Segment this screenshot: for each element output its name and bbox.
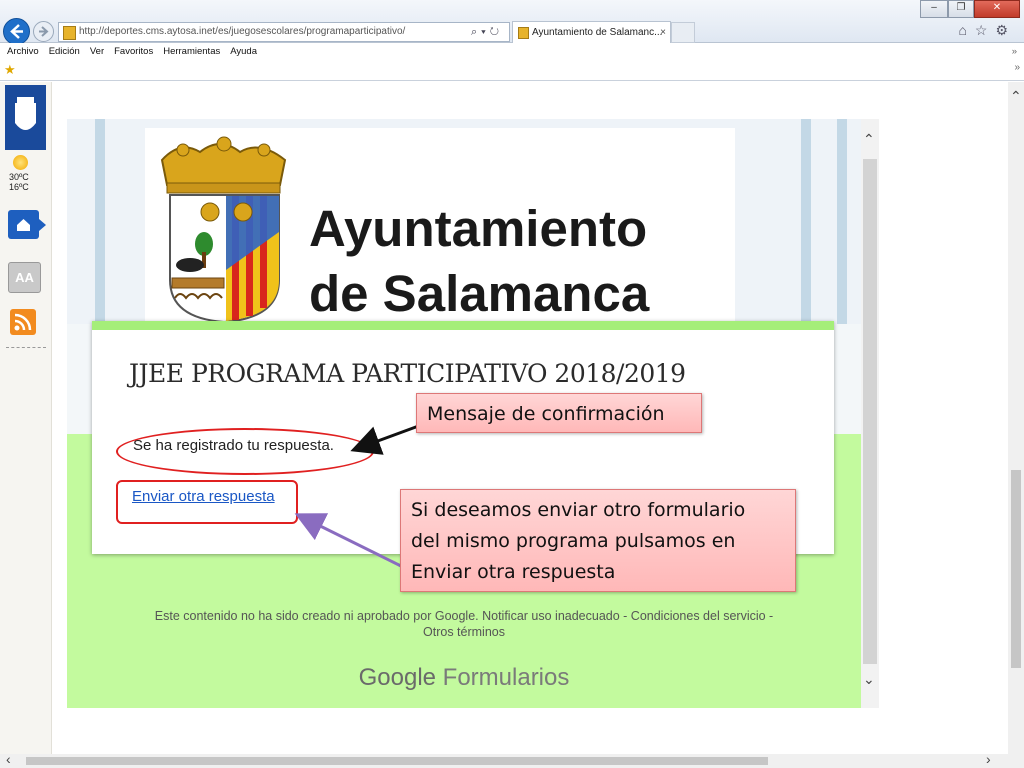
menu-favoritos[interactable]: Favoritos bbox=[114, 46, 153, 57]
menu-archivo[interactable]: Archivo bbox=[7, 46, 39, 57]
back-arrow-icon bbox=[10, 24, 23, 39]
restore-button[interactable]: ❐ bbox=[948, 0, 974, 18]
iframe-scroll-thumb[interactable] bbox=[863, 159, 877, 664]
send-again-highlight-rect bbox=[116, 480, 298, 524]
menu-bar: Archivo Edición Ver Favoritos Herramientas Ay… bbox=[0, 43, 1024, 60]
weather-temperatures: 30ºC 16ºC bbox=[9, 172, 29, 192]
form-footer-disclaimer: Este contenido no ha sido creado ni apro… bbox=[67, 608, 861, 640]
banner-stripe bbox=[837, 119, 847, 324]
note-confirmation-message: Mensaje de confirmación bbox=[416, 393, 702, 433]
forward-arrow-icon bbox=[39, 26, 49, 37]
tab-close-icon[interactable]: × bbox=[660, 22, 666, 43]
google-forms-logo[interactable]: Google Formularios bbox=[67, 664, 861, 692]
address-bar[interactable]: http://deportes.cms.aytosa.inet/es/juego… bbox=[58, 22, 510, 42]
salamanca-crest-icon[interactable] bbox=[5, 85, 46, 150]
iframe-scroll-down-icon[interactable]: ⌄ bbox=[863, 671, 875, 688]
form-title: JJEE PROGRAMA PARTICIPATIVO 2018/2019 bbox=[129, 359, 686, 388]
brand-forms: Formularios bbox=[442, 664, 570, 691]
header-title-line1: Ayuntamiento bbox=[309, 200, 648, 257]
browser-titlebar: http://deportes.cms.aytosa.inet/es/juego… bbox=[0, 0, 1024, 45]
search-refresh-icon[interactable]: ⌕▾↻ bbox=[471, 23, 503, 41]
favorites-more-icon[interactable]: » bbox=[1014, 62, 1020, 73]
text-size-icon[interactable]: AA bbox=[8, 262, 41, 293]
favorites-star-icon[interactable]: ★ bbox=[4, 62, 16, 78]
tab-favicon-icon bbox=[518, 27, 529, 39]
menu-herramientas[interactable]: Herramientas bbox=[163, 46, 220, 57]
footer-line1[interactable]: Este contenido no ha sido creado ni apro… bbox=[67, 608, 861, 624]
menu-more-icon[interactable]: » bbox=[1012, 43, 1017, 60]
rss-icon[interactable] bbox=[10, 309, 36, 335]
iframe-scrollbar[interactable]: ⌃ ⌄ bbox=[861, 119, 879, 708]
note2-line3: Enviar otra respuesta bbox=[411, 561, 616, 583]
scrollbar-corner bbox=[1008, 754, 1024, 768]
forward-button[interactable] bbox=[33, 21, 54, 42]
close-window-button[interactable]: ✕ bbox=[974, 0, 1020, 18]
header-title-line2: de Salamanca bbox=[309, 265, 650, 322]
confirmation-highlight-oval bbox=[116, 428, 374, 475]
minimize-button[interactable]: – bbox=[920, 0, 948, 18]
banner-stripe bbox=[95, 119, 105, 324]
footer-line2[interactable]: Otros términos bbox=[67, 624, 861, 640]
menu-ayuda[interactable]: Ayuda bbox=[230, 46, 257, 57]
menu-edicion[interactable]: Edición bbox=[49, 46, 80, 57]
home-favorites-tools-icons[interactable]: ⌂☆⚙ bbox=[958, 22, 1016, 39]
address-url[interactable]: http://deportes.cms.aytosa.inet/es/juego… bbox=[79, 23, 405, 41]
window-controls: – ❐ ✕ bbox=[920, 0, 1020, 18]
page-scroll-up-icon[interactable]: ⌃ bbox=[1010, 88, 1022, 105]
temp-low: 16ºC bbox=[9, 182, 29, 192]
menu-ver[interactable]: Ver bbox=[90, 46, 104, 57]
tab-ayuntamiento[interactable]: Ayuntamiento de Salamanc... × bbox=[512, 21, 671, 43]
home-icon[interactable] bbox=[8, 210, 46, 239]
temp-high: 30ºC bbox=[9, 172, 29, 182]
note2-line2: del mismo programa pulsamos en bbox=[411, 530, 736, 552]
page-horizontal-scrollbar[interactable]: ‹ › bbox=[0, 751, 1008, 768]
new-tab-button[interactable] bbox=[671, 22, 695, 43]
page-horizontal-thumb[interactable] bbox=[26, 757, 768, 765]
note-send-another: Si deseamos enviar otro formulario del m… bbox=[400, 489, 796, 592]
page-scroll-left-icon[interactable]: ‹ bbox=[6, 751, 11, 767]
weather-sun-icon bbox=[13, 155, 28, 170]
form-accent-bar bbox=[92, 321, 834, 330]
iframe-scroll-up-icon[interactable]: ⌃ bbox=[863, 131, 875, 148]
page-scroll-right-icon[interactable]: › bbox=[986, 751, 991, 767]
page-vertical-scrollbar[interactable]: ⌃ bbox=[1008, 82, 1024, 754]
back-button[interactable] bbox=[3, 18, 30, 45]
sidebar-divider bbox=[6, 347, 46, 348]
site-sidebar: 30ºC 16ºC AA bbox=[0, 82, 52, 754]
favorites-bar-area bbox=[22, 62, 892, 77]
page-vertical-thumb[interactable] bbox=[1011, 470, 1021, 668]
site-favicon-icon bbox=[63, 26, 76, 40]
favorites-bar: ★ » bbox=[0, 60, 1024, 81]
brand-google: Google bbox=[358, 664, 436, 691]
note2-line1: Si deseamos enviar otro formulario bbox=[411, 499, 746, 521]
tab-title: Ayuntamiento de Salamanc... bbox=[532, 27, 663, 38]
banner-stripe bbox=[801, 119, 811, 324]
